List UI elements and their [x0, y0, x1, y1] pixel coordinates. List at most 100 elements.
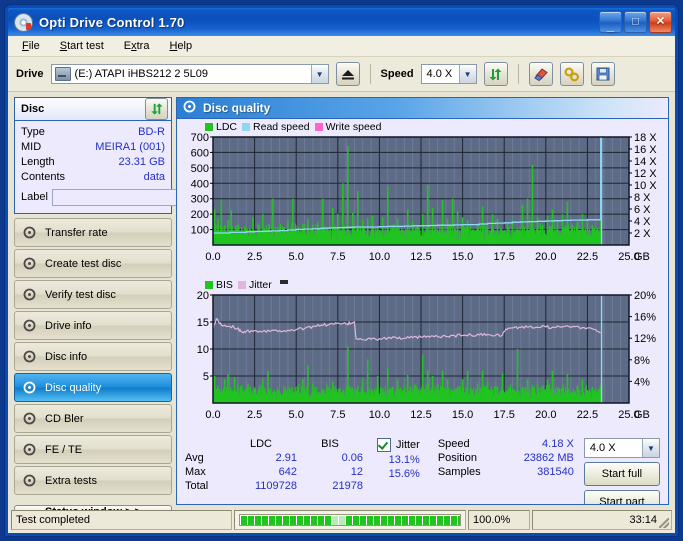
refresh-button[interactable] [483, 62, 508, 86]
progress-block [381, 515, 387, 525]
refresh-icon [150, 103, 163, 115]
progress-block [325, 515, 331, 525]
drive-icon [54, 67, 71, 81]
stats-table: LDC BIS Avg 2.91 0.06 Max 642 12 Total 1… [185, 438, 363, 492]
resize-grip-icon[interactable] [659, 518, 669, 528]
sidebar-nav: Transfer rate Create test disc Verify te… [14, 218, 172, 495]
app-window: Opti Drive Control 1.70 _ □ ✕ FFileile S… [5, 5, 678, 536]
sidebar-item-transfer-rate[interactable]: Transfer rate [14, 218, 172, 247]
chevron-down-icon[interactable]: ▼ [642, 439, 659, 457]
progress-block [276, 515, 282, 525]
legend-item-write-speed: Write speed [314, 121, 382, 133]
svg-text:7.5: 7.5 [330, 251, 345, 263]
disc-refresh-button[interactable] [145, 98, 168, 120]
menu-bar: FFileile Start test Extra Help [8, 36, 675, 57]
legend-item-bis: BIS [205, 279, 233, 291]
menu-item-extra[interactable]: Extra [122, 39, 152, 53]
sidebar-item-create-test-disc[interactable]: Create test disc [14, 249, 172, 278]
drive-select[interactable]: (E:) ATAPI iHBS212 2 5L09 ▼ [50, 64, 329, 84]
app-icon [14, 12, 33, 32]
progress-block [255, 515, 261, 525]
progress-block [318, 515, 324, 525]
disc-type-label: Type [21, 125, 45, 138]
speed-info-label: Speed [437, 438, 470, 450]
chevron-down-icon[interactable]: ▼ [310, 65, 328, 83]
svg-text:5.0: 5.0 [289, 251, 304, 263]
erase-button[interactable] [528, 62, 553, 86]
sidebar-item-fe-te[interactable]: FE / TE [14, 435, 172, 464]
svg-text:0.0: 0.0 [205, 409, 220, 421]
refresh-icon [489, 68, 502, 80]
jitter-label: Jitter [396, 439, 420, 451]
menu-item-help[interactable]: Help [167, 39, 194, 53]
tools-button[interactable] [559, 62, 584, 86]
svg-text:15: 15 [197, 317, 209, 329]
svg-text:400: 400 [191, 178, 209, 190]
svg-text:2.5: 2.5 [247, 251, 262, 263]
menu-item-start-test[interactable]: Start test [58, 39, 106, 53]
stats-header-bis: BIS [321, 438, 339, 450]
disc-icon [22, 380, 37, 395]
sidebar-item-verify-test-disc[interactable]: Verify test disc [14, 280, 172, 309]
start-part-button[interactable]: Start part [583, 490, 660, 504]
svg-text:20%: 20% [634, 291, 656, 302]
action-column: 4.0 X ▼ Start full Start part [583, 438, 660, 504]
jitter-avg: 13.1% [388, 454, 420, 466]
stats-row-label-total: Total [185, 480, 209, 492]
sidebar-item-label: Verify test disc [45, 288, 116, 301]
start-full-button[interactable]: Start full [583, 462, 660, 486]
eraser-icon [533, 68, 548, 81]
disc-label-label: Label [21, 191, 48, 203]
jitter-checkbox[interactable] [377, 438, 391, 452]
save-button[interactable] [590, 62, 615, 86]
jitter-header: Jitter [377, 438, 420, 452]
maximize-icon: □ [632, 15, 639, 28]
svg-text:12%: 12% [634, 333, 656, 345]
svg-text:6 X: 6 X [634, 204, 651, 216]
sidebar-item-disc-info[interactable]: Disc info [14, 342, 172, 371]
eject-button[interactable] [335, 62, 360, 86]
sidebar-item-drive-info[interactable]: Drive info [14, 311, 172, 340]
progress-block [283, 515, 289, 525]
sidebar-item-disc-quality[interactable]: Disc quality [14, 373, 172, 402]
disc-length-value: 23.31 GB [118, 155, 165, 168]
svg-text:10 X: 10 X [634, 180, 657, 192]
progress-block [269, 515, 275, 525]
position-label: Position [437, 452, 477, 464]
menu-item-file[interactable]: FFileile [20, 39, 42, 53]
maximize-button[interactable]: □ [624, 11, 647, 33]
jitter-column: Jitter 13.1% 15.6% [377, 438, 420, 480]
progress-block [416, 515, 422, 525]
charts-area: LDC Read speed Write speed 100 200 300 400 5… [177, 119, 668, 434]
minimize-icon: _ [606, 18, 615, 34]
status-message: Test completed [11, 510, 232, 530]
progress-block [339, 515, 345, 525]
chevron-down-icon[interactable]: ▼ [458, 65, 476, 83]
save-icon [596, 67, 610, 81]
samples-value: 381540 [537, 466, 574, 478]
disc-contents-value: data [143, 170, 165, 183]
svg-text:5: 5 [203, 371, 209, 383]
legend-swatch-write-speed [314, 122, 323, 131]
sidebar-item-extra-tests[interactable]: Extra tests [14, 466, 172, 495]
sidebar-item-cd-bler[interactable]: CD Bler [14, 404, 172, 433]
svg-text:4 X: 4 X [634, 216, 651, 228]
disc-icon [22, 287, 37, 302]
elapsed-time: 33:14 [532, 510, 672, 530]
minimize-button[interactable]: _ [599, 11, 622, 33]
svg-text:300: 300 [191, 194, 209, 206]
speed-info-value: 4.18 X [542, 438, 574, 450]
elapsed-time-value: 33:14 [629, 514, 657, 526]
test-speed-select[interactable]: 4.0 X ▼ [583, 438, 660, 458]
stats-row-label-max: Max [185, 466, 206, 478]
stats-bis-total: 21978 [332, 480, 363, 492]
legend-marker [279, 279, 288, 284]
stats-row-label-avg: Avg [185, 452, 204, 464]
toolbar-divider [369, 64, 371, 84]
disc-mid-label: MID [21, 140, 42, 153]
progress-block [458, 515, 460, 525]
bis-chart-legend: BIS Jitter [177, 276, 668, 291]
speed-select[interactable]: 4.0 X ▼ [420, 64, 477, 84]
close-button[interactable]: ✕ [649, 11, 672, 33]
progress-block [388, 515, 394, 525]
